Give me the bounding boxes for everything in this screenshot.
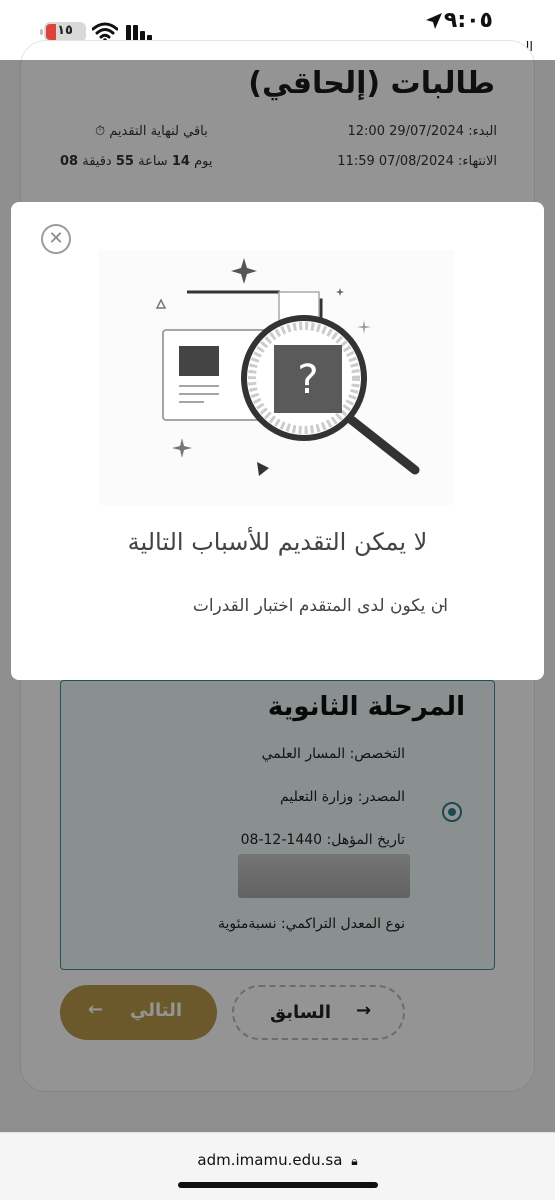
battery-level: ١٥: [57, 23, 73, 38]
status-time: ٩:٠٥: [443, 8, 493, 33]
modal-reason-item: ان يكون لدى المتقدم اختبار القدرات: [193, 596, 448, 616]
battery-icon: ١٥: [40, 22, 86, 42]
svg-text:?: ?: [297, 357, 318, 403]
lock-icon: 🔒︎: [351, 1154, 358, 1168]
url-display[interactable]: adm.imamu.edu.sa 🔒︎: [0, 1151, 555, 1169]
reason-bullet: -: [439, 596, 446, 616]
search-folder-illustration: ?: [99, 250, 454, 505]
close-icon[interactable]: ✕: [41, 224, 71, 254]
modal-title: لا يمكن التقديم للأسباب التالية: [127, 528, 428, 556]
home-indicator[interactable]: [178, 1182, 378, 1188]
url-text: adm.imamu.edu.sa: [197, 1151, 343, 1169]
ineligibility-modal: ✕ ? لا يمكن التقديم للأسباب التالية ان ي…: [11, 202, 544, 680]
wifi-icon: [92, 22, 118, 42]
browser-url-bar[interactable]: adm.imamu.edu.sa 🔒︎: [0, 1132, 555, 1200]
location-arrow-icon: [426, 13, 442, 29]
reason-text: ان يكون لدى المتقدم اختبار القدرات: [192, 596, 448, 616]
